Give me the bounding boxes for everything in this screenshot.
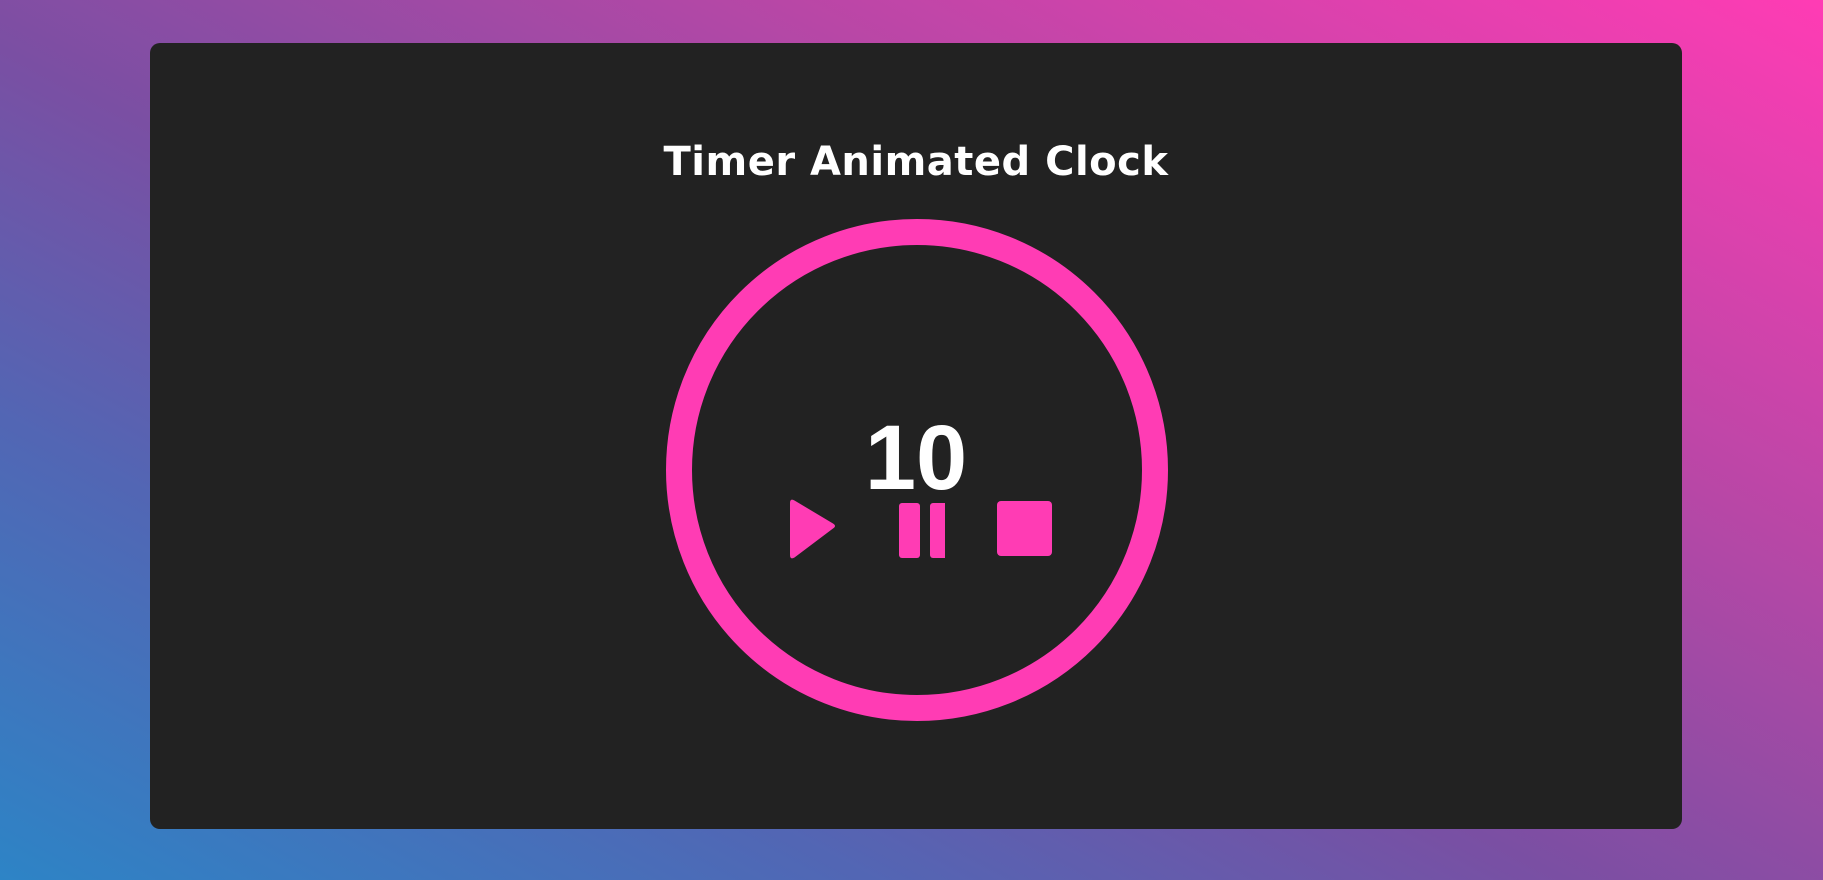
pause-button[interactable] <box>885 498 945 560</box>
stop-icon <box>997 501 1052 556</box>
play-icon <box>790 499 835 559</box>
timer-display: 10 <box>864 407 968 509</box>
page-background: { "app": { "title": "Timer Animated Cloc… <box>0 0 1823 880</box>
stop-button[interactable] <box>995 499 1055 559</box>
timer-card: Timer Animated Clock 10 <box>150 43 1682 829</box>
pause-icon <box>899 503 945 558</box>
page-title: Timer Animated Clock <box>663 139 1169 185</box>
play-button[interactable] <box>778 495 838 563</box>
